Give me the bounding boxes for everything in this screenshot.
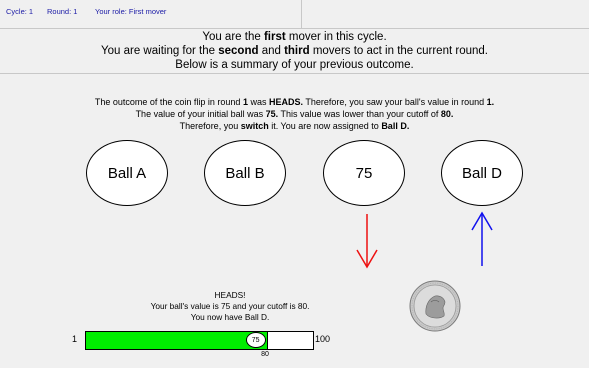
header-line-1: You are the first mover in this cycle. bbox=[202, 31, 387, 43]
quarter-coin-icon bbox=[409, 280, 461, 332]
ball-a: Ball A bbox=[86, 140, 168, 206]
summary-line-3: Therefore, you switch it. You are now as… bbox=[179, 121, 410, 131]
summary-line-2: The value of your initial ball was 75. T… bbox=[135, 109, 454, 119]
arrow-down-icon bbox=[356, 214, 378, 269]
ball-b: Ball B bbox=[204, 140, 286, 206]
role-label: Your role: First mover bbox=[95, 7, 167, 16]
header-line-2: You are waiting for the second and third… bbox=[101, 45, 488, 57]
status-empty-cell bbox=[301, 0, 589, 28]
header-line-3: Below is a summary of your previous outc… bbox=[175, 59, 414, 71]
ball-c: 75 bbox=[323, 140, 405, 206]
cutoff-label: 80 bbox=[261, 351, 269, 358]
feedback-line-2: Your ball's value is 75 and your cutoff … bbox=[150, 301, 310, 311]
bar-min-label: 1 bbox=[72, 334, 78, 344]
value-marker: 75 bbox=[245, 332, 266, 348]
status-bar: Cycle: 1 Round: 1 Your role: First mover bbox=[0, 0, 589, 29]
arrow-up-icon bbox=[471, 211, 493, 266]
cycle-label: Cycle: 1 bbox=[6, 7, 34, 16]
header-panel: You are the first mover in this cycle. Y… bbox=[0, 29, 589, 74]
value-bar bbox=[85, 331, 314, 350]
round-label: Round: 1 bbox=[47, 7, 78, 16]
feedback-line-1: HEADS! bbox=[214, 290, 246, 300]
cutoff-line bbox=[267, 332, 269, 349]
feedback-line-3: You now have Ball D. bbox=[190, 312, 270, 322]
summary-line-1: The outcome of the coin flip in round 1 … bbox=[94, 97, 495, 107]
ball-d: Ball D bbox=[441, 140, 523, 206]
bar-max-label: 100 bbox=[315, 334, 331, 344]
value-bar-fill bbox=[86, 332, 268, 349]
